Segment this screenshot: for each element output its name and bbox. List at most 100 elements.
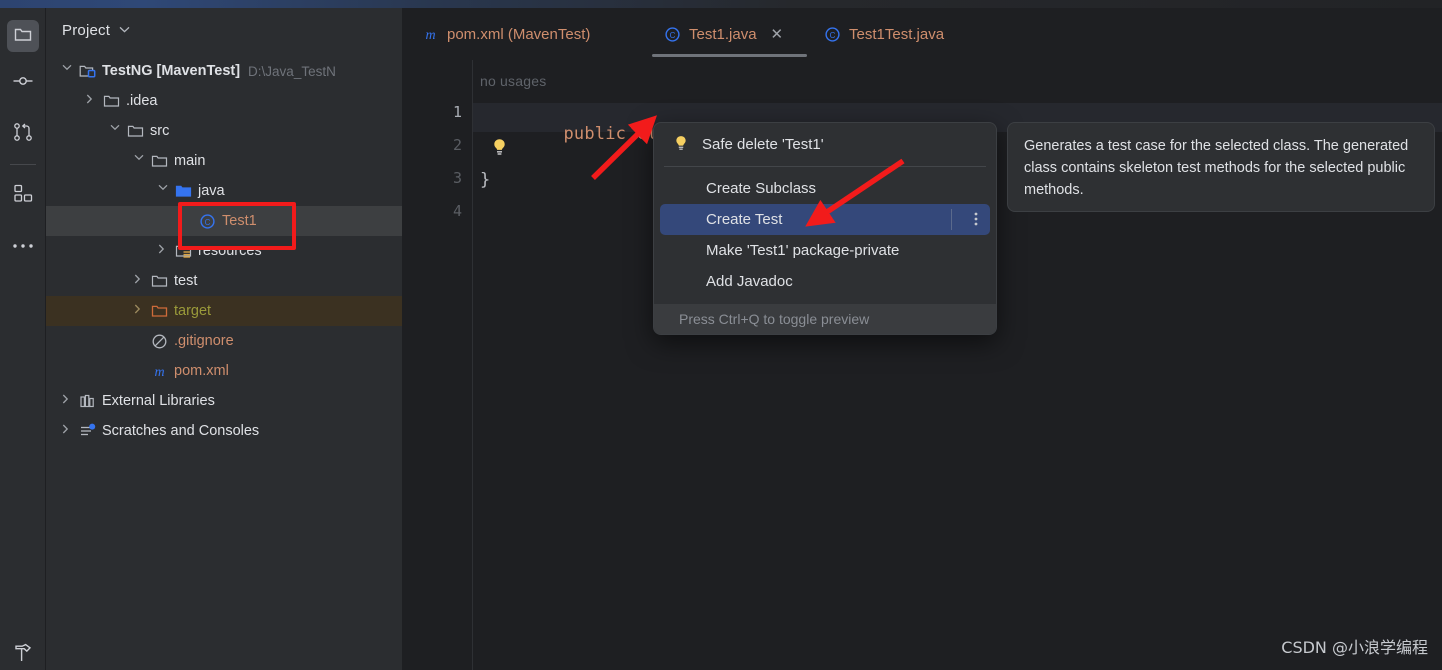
scratches-icon	[79, 423, 96, 440]
tree-module-path: D:\Java_TestN	[248, 63, 336, 79]
library-icon	[79, 393, 96, 410]
structure-icon	[13, 183, 34, 209]
tree-row-resources[interactable]: resources	[46, 236, 402, 266]
chevron-right-icon[interactable]	[86, 94, 100, 108]
chevron-down-icon[interactable]	[134, 154, 148, 168]
chevron-down-icon[interactable]	[110, 124, 124, 138]
menu-item-label: Make 'Test1' package-private	[706, 242, 900, 259]
editor-gutter[interactable]: 1 2 3 4	[402, 60, 473, 670]
chevron-right-icon[interactable]	[158, 244, 172, 258]
tree-row-scratches[interactable]: Scratches and Consoles	[46, 416, 402, 446]
activity-item-pull-requests[interactable]	[7, 118, 39, 150]
ide-window: Project TestNG [MavenTest] D:\Java_TestN	[0, 0, 1442, 670]
tree-row-module[interactable]: TestNG [MavenTest] D:\Java_TestN	[46, 56, 402, 86]
editor-tab-bar: m pom.xml (MavenTest) C Test1.java ✕ C T…	[402, 8, 1442, 60]
java-class-icon: C	[824, 26, 841, 43]
activity-divider	[10, 164, 36, 165]
resources-folder-icon	[175, 243, 192, 260]
maven-icon: m	[422, 26, 439, 43]
tree-row-main[interactable]: main	[46, 146, 402, 176]
folder-icon	[127, 123, 144, 140]
keyword-public: public	[563, 124, 627, 144]
menu-item-create-subclass[interactable]: Create Subclass	[660, 173, 990, 204]
tree-row-java[interactable]: java	[46, 176, 402, 206]
tree-row-pom[interactable]: m pom.xml	[46, 356, 402, 386]
chevron-down-icon[interactable]	[158, 184, 172, 198]
commit-icon	[12, 71, 34, 96]
folder-icon	[103, 93, 120, 110]
menu-divider	[664, 166, 986, 167]
tab-test1test-java[interactable]: C Test1Test.java	[812, 8, 956, 60]
tree-row-external-libraries[interactable]: External Libraries	[46, 386, 402, 416]
page-title: Project	[62, 21, 111, 39]
project-tool-window: Project TestNG [MavenTest] D:\Java_TestN	[46, 8, 402, 670]
tooltip-create-test: Generates a test case for the selected c…	[1007, 122, 1435, 212]
activity-item-build[interactable]	[7, 638, 39, 670]
tree-row-test[interactable]: test	[46, 266, 402, 296]
svg-text:m: m	[154, 365, 164, 380]
tab-test1-java[interactable]: C Test1.java ✕	[652, 8, 795, 60]
tree-label: Test1	[222, 212, 257, 229]
chevron-right-icon[interactable]	[62, 424, 76, 438]
activity-item-structure[interactable]	[7, 180, 39, 212]
svg-text:C: C	[670, 31, 676, 40]
tree-row-target[interactable]: target	[46, 296, 402, 326]
line-number: 2	[452, 136, 462, 154]
activity-item-project[interactable]	[7, 20, 39, 52]
tree-label: pom.xml	[174, 362, 229, 379]
tree-label: target	[174, 302, 212, 319]
tree-row-gitignore[interactable]: .gitignore	[46, 326, 402, 356]
watermark: CSDN @小浪学编程	[1281, 638, 1428, 657]
menu-item-safe-delete[interactable]: Safe delete 'Test1'	[660, 129, 990, 160]
maven-icon: m	[151, 363, 168, 380]
chevron-down-icon[interactable]	[119, 25, 130, 36]
activity-item-more[interactable]	[7, 230, 39, 262]
project-panel-header[interactable]: Project	[46, 8, 402, 52]
svg-text:m: m	[425, 28, 435, 43]
hammer-icon	[12, 641, 34, 668]
tree-label: .idea	[126, 92, 158, 109]
no-expander	[134, 364, 148, 378]
chevron-right-icon[interactable]	[134, 274, 148, 288]
menu-item-create-test[interactable]: Create Test	[660, 204, 990, 235]
activity-item-commit[interactable]	[7, 67, 39, 99]
no-expander	[182, 214, 196, 228]
activity-bar	[0, 8, 46, 670]
line-number: 3	[452, 169, 462, 187]
lightbulb-icon[interactable]	[492, 138, 507, 161]
menu-item-divider	[951, 209, 952, 230]
tree-label: External Libraries	[102, 392, 215, 409]
close-icon[interactable]: ✕	[771, 25, 784, 43]
menu-item-make-package-private[interactable]: Make 'Test1' package-private	[660, 235, 990, 266]
more-icon	[12, 237, 34, 255]
chevron-right-icon[interactable]	[62, 394, 76, 408]
tree-row-test1[interactable]: C Test1	[46, 206, 402, 236]
menu-item-label: Create Test	[706, 211, 783, 228]
svg-text:C: C	[830, 31, 836, 40]
inlay-hint-no-usages: no usages	[480, 73, 547, 89]
chevron-right-icon[interactable]	[134, 304, 148, 318]
title-bar-strip	[0, 0, 1442, 8]
java-class-icon: C	[664, 26, 681, 43]
tree-label: resources	[198, 242, 262, 259]
pull-request-icon	[12, 121, 34, 148]
no-expander	[134, 334, 148, 348]
tree-label: java	[198, 182, 225, 199]
chevron-down-icon[interactable]	[62, 64, 76, 78]
more-vertical-icon[interactable]	[974, 211, 978, 229]
tab-label: pom.xml (MavenTest)	[447, 25, 591, 43]
lightbulb-icon	[674, 135, 694, 155]
folder-icon	[13, 24, 33, 49]
intention-context-menu: Safe delete 'Test1' Create Subclass Crea…	[653, 122, 997, 335]
gitignore-icon	[151, 333, 168, 350]
tree-row-src[interactable]: src	[46, 116, 402, 146]
tree-label: .gitignore	[174, 332, 234, 349]
line-number: 1	[452, 103, 462, 121]
menu-item-label: Create Subclass	[706, 180, 817, 197]
tree-label: main	[174, 152, 206, 169]
tab-pom-xml[interactable]: m pom.xml (MavenTest)	[410, 8, 602, 60]
menu-item-add-javadoc[interactable]: Add Javadoc	[660, 266, 990, 297]
java-class-icon: C	[199, 213, 216, 230]
tab-label: Test1.java	[689, 25, 757, 43]
tree-row-idea[interactable]: .idea	[46, 86, 402, 116]
